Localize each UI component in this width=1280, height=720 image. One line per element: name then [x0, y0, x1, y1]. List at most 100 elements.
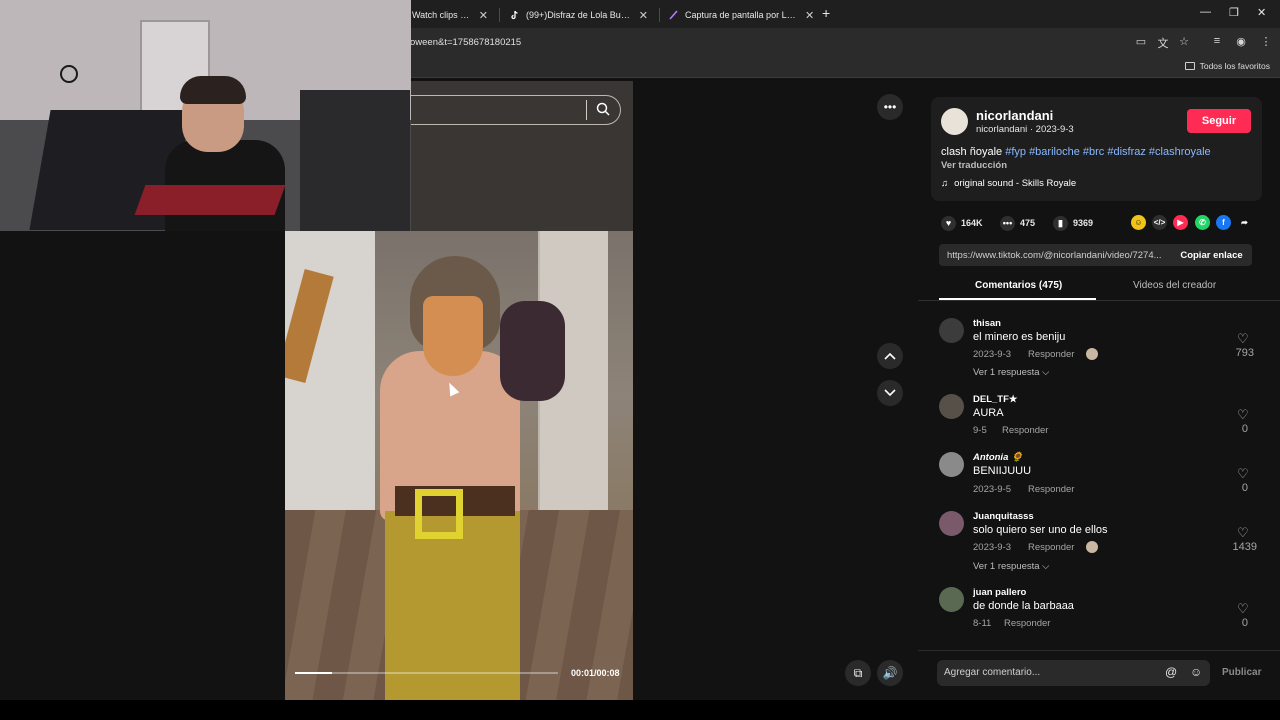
- menu-dots-icon[interactable]: ⋮: [1259, 35, 1273, 48]
- bookmark-icon: ▮: [1053, 215, 1068, 231]
- heart-outline-icon[interactable]: ♡: [1237, 407, 1249, 423]
- heart-icon: ♥: [941, 215, 956, 231]
- tab-search-icon[interactable]: ≡: [1210, 35, 1224, 47]
- commenter-avatar[interactable]: [939, 318, 964, 343]
- share-arrow-icon[interactable]: ➦: [1237, 215, 1252, 230]
- whatsapp-icon[interactable]: ✆: [1195, 215, 1210, 230]
- search-icon[interactable]: [596, 102, 610, 116]
- heart-outline-icon[interactable]: ♡: [1237, 331, 1249, 347]
- feather-icon: [669, 10, 679, 20]
- heart-outline-icon[interactable]: ♡: [1237, 466, 1249, 482]
- emoji-share-icon[interactable]: ☺: [1131, 215, 1146, 230]
- embed-icon[interactable]: </>: [1152, 215, 1167, 230]
- tab-title: (99+)Disfraz de Lola Bunny en TikTok: [526, 10, 631, 20]
- copy-link-button[interactable]: Copiar enlace: [1171, 244, 1252, 266]
- close-icon[interactable]: ✕: [805, 9, 814, 22]
- view-replies-label: Ver 1 respuesta: [973, 367, 1040, 378]
- creator-avatar[interactable]: [941, 108, 968, 135]
- bookmarks-folder[interactable]: Todos los favoritos: [1184, 61, 1270, 71]
- url-text[interactable]: oween&t=1758678180215: [410, 37, 521, 48]
- chevron-down-icon[interactable]: [877, 380, 903, 406]
- comment-stat[interactable]: ••• 475: [1000, 214, 1035, 232]
- emoji-icon[interactable]: ☺: [1190, 665, 1204, 679]
- commenter-name[interactable]: juan pallero: [973, 587, 1026, 598]
- post-caption: clash ñoyale #fyp #bariloche #brc #disfr…: [941, 146, 1211, 158]
- comment-date: 2023-9-3: [973, 349, 1012, 360]
- mention-icon[interactable]: @: [1165, 665, 1179, 679]
- cast-icon[interactable]: ▭: [1134, 35, 1148, 48]
- send-icon[interactable]: ▶: [1173, 215, 1188, 230]
- translate-link[interactable]: Ver traducción: [941, 160, 1007, 171]
- video-link[interactable]: https://www.tiktok.com/@nicorlandani/vid…: [947, 250, 1169, 261]
- heart-outline-icon[interactable]: ♡: [1237, 601, 1249, 617]
- view-replies-link[interactable]: Ver 1 respuesta ⌵: [973, 561, 1049, 572]
- pip-icon[interactable]: ⧉: [845, 660, 871, 686]
- ring-light: [60, 65, 78, 83]
- chevron-up-icon[interactable]: [877, 343, 903, 369]
- tab-comments[interactable]: Comentarios (475): [975, 280, 1062, 291]
- commenter-name[interactable]: Antonia 🌻: [973, 452, 1023, 463]
- profile-icon[interactable]: ◉: [1234, 35, 1248, 48]
- sound-title: original sound - Skills Royale: [954, 178, 1077, 189]
- close-icon[interactable]: ✕: [479, 9, 488, 22]
- caption-hashtags[interactable]: #fyp #bariloche #brc #disfraz #clashroya…: [1005, 146, 1210, 158]
- reply-link[interactable]: Responder: [1028, 349, 1074, 360]
- streamer-hair: [180, 76, 246, 104]
- like-stat[interactable]: ♥ 164K: [941, 214, 983, 232]
- volume-icon[interactable]: 🔊: [877, 660, 903, 686]
- comment-like-count: 793: [1235, 347, 1254, 359]
- commenter-avatar[interactable]: [939, 452, 964, 477]
- close-icon[interactable]: ✕: [639, 9, 648, 22]
- video-progress-bar[interactable]: [295, 672, 558, 674]
- save-count: 9369: [1073, 218, 1094, 228]
- reply-link[interactable]: Responder: [1028, 542, 1074, 553]
- tab-divider: [499, 8, 500, 22]
- comment-bubble-icon: •••: [1000, 215, 1015, 231]
- view-replies-label: Ver 1 respuesta: [973, 561, 1040, 572]
- translate-icon[interactable]: 文: [1156, 35, 1170, 51]
- comment-text: el minero es beniju: [973, 331, 1066, 343]
- commenter-avatar[interactable]: [939, 511, 964, 536]
- reply-link[interactable]: Responder: [1028, 484, 1074, 495]
- comment-text: AURA: [973, 407, 1004, 419]
- comment-date: 2023-9-3: [973, 542, 1012, 553]
- star-icon[interactable]: ☆: [1177, 35, 1191, 48]
- more-options-icon[interactable]: •••: [877, 94, 903, 120]
- tab-lightshot[interactable]: Captura de pantalla por Lightshot ✕: [661, 4, 831, 26]
- creator-username[interactable]: nicorlandani: [976, 108, 1053, 123]
- video-player[interactable]: [285, 231, 633, 700]
- comment-like-count: 1439: [1232, 541, 1257, 553]
- sound-link[interactable]: ♫ original sound - Skills Royale: [941, 178, 1076, 189]
- video-time: 00:01/00:08: [571, 668, 620, 678]
- reply-link[interactable]: Responder: [1004, 618, 1050, 629]
- tab-kick[interactable]: Watch clips on Kick ✕: [404, 4, 496, 26]
- folder-icon: [1184, 62, 1195, 70]
- webcam-keyboard: [134, 185, 286, 215]
- commenter-name[interactable]: DEL_TF★: [973, 394, 1017, 405]
- reply-link[interactable]: Responder: [1002, 425, 1048, 436]
- restore-icon[interactable]: ❐: [1229, 6, 1239, 19]
- publish-button[interactable]: Publicar: [1222, 667, 1261, 678]
- view-replies-link[interactable]: Ver 1 respuesta ⌵: [973, 367, 1049, 378]
- active-tab-indicator: [939, 298, 1096, 300]
- save-stat[interactable]: ▮ 9369: [1053, 214, 1093, 232]
- minimize-icon[interactable]: —: [1200, 6, 1211, 18]
- close-window-icon[interactable]: ✕: [1257, 6, 1266, 19]
- comment-text: BENIIJUUU: [973, 465, 1032, 477]
- tab-creator-videos[interactable]: Videos del creador: [1133, 280, 1216, 291]
- follow-button[interactable]: Seguir: [1187, 109, 1251, 133]
- commenter-avatar[interactable]: [939, 587, 964, 612]
- commenter-name[interactable]: thisan: [973, 318, 1001, 329]
- search-divider: [586, 100, 587, 120]
- tiktok-icon: [510, 10, 520, 20]
- tab-tiktok[interactable]: (99+)Disfraz de Lola Bunny en TikTok ✕: [502, 4, 656, 26]
- facebook-icon[interactable]: f: [1216, 215, 1231, 230]
- heart-outline-icon[interactable]: ♡: [1237, 525, 1249, 541]
- commenter-avatar[interactable]: [939, 394, 964, 419]
- commenter-name[interactable]: Juanquitasss: [973, 511, 1034, 522]
- tab-title: Captura de pantalla por Lightshot: [685, 10, 797, 20]
- comment-date: 8-11: [973, 618, 992, 629]
- bottom-black-strip: [0, 700, 1280, 720]
- new-tab-button[interactable]: +: [822, 5, 830, 21]
- search-bar[interactable]: [411, 95, 621, 125]
